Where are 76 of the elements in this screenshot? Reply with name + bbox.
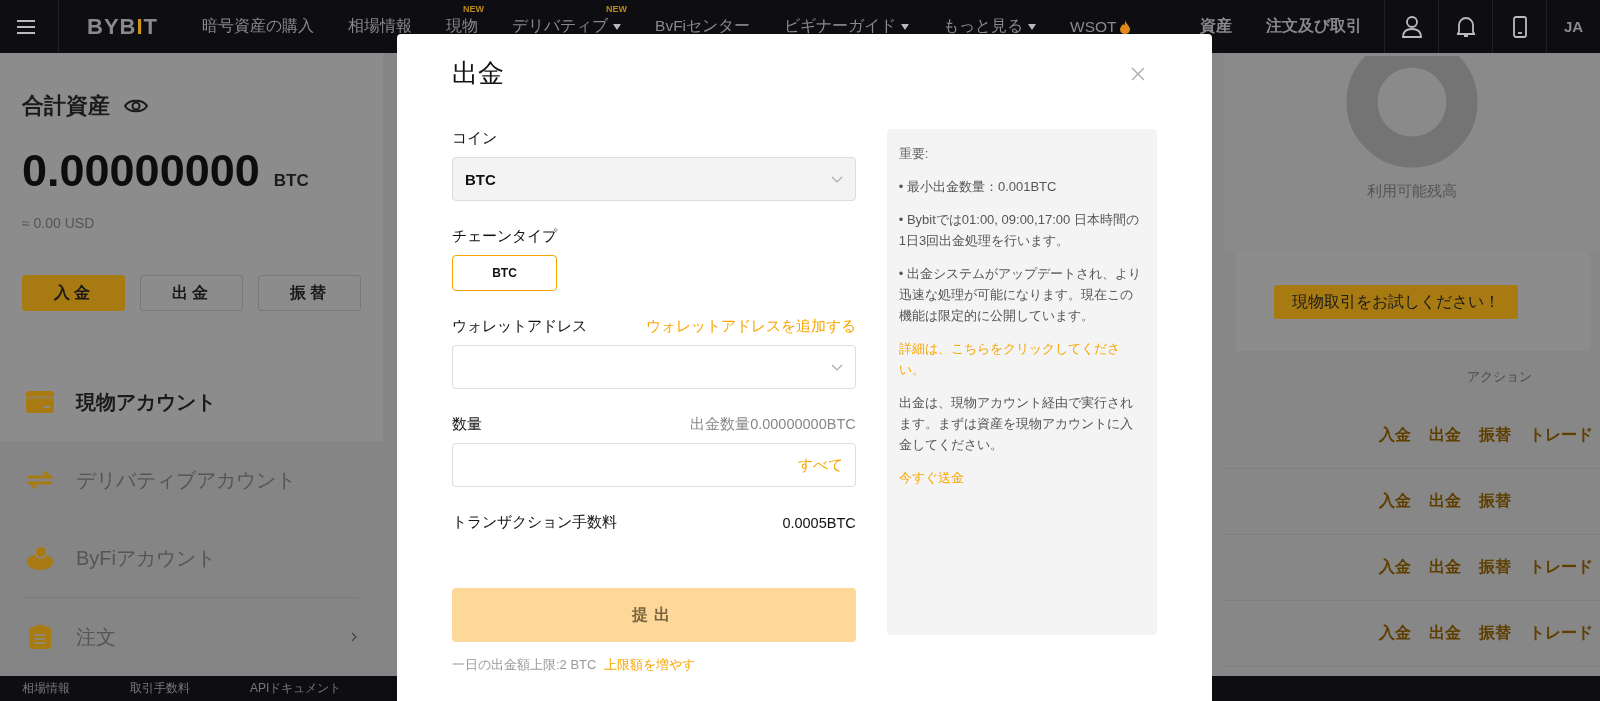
account-item[interactable]: 現物アカウント: [0, 363, 383, 441]
coin-select[interactable]: BTC: [452, 157, 856, 201]
action-link[interactable]: 出金: [1429, 491, 1461, 512]
phone-icon[interactable]: [1512, 15, 1527, 38]
card-icon: [26, 391, 54, 413]
action-link[interactable]: 出金: [1429, 557, 1461, 578]
action-link[interactable]: 入金: [1379, 491, 1411, 512]
action-button[interactable]: 入金: [22, 275, 125, 311]
field-label: ウォレットアドレス: [452, 317, 587, 336]
fee-label: トランザクション手数料: [452, 513, 617, 532]
account-name: 現物アカウント: [76, 389, 216, 415]
action-link[interactable]: トレード: [1529, 623, 1593, 644]
action-link[interactable]: 出金: [1429, 623, 1461, 644]
caret-icon: [1028, 23, 1037, 30]
new-label: NEW: [606, 4, 628, 14]
footer-link[interactable]: APIドキュメント: [250, 680, 342, 697]
nav-link[interactable]: BvFiセンター: [655, 16, 751, 37]
action-link[interactable]: 振替: [1479, 425, 1511, 446]
nav-link[interactable]: ビギナーガイド: [784, 16, 897, 37]
chevron-right-icon: [351, 632, 357, 642]
field-label: コイン: [452, 129, 498, 148]
notes-text: • 出金システムがアップデートされ、より迅速な処理が可能になります。現在この機能は限定的に公開しています。: [898, 265, 1142, 325]
nav-link[interactable]: 注文及び取引: [1266, 16, 1362, 37]
notes-link[interactable]: 今すぐ送金: [898, 467, 1145, 488]
action-link[interactable]: 振替: [1479, 557, 1511, 578]
total-amount: 0.00000000: [22, 145, 260, 197]
nav-link[interactable]: 相場情報: [348, 16, 413, 37]
max-link[interactable]: すべて: [797, 455, 843, 475]
new-label: NEW: [463, 4, 485, 14]
footer-link[interactable]: 取引手数料: [130, 680, 190, 697]
user-icon[interactable]: [1401, 15, 1422, 38]
notes-text: • 最小出金数量：0.001BTC: [898, 178, 1058, 196]
notes-link[interactable]: 詳細は、こちらをクリックしてください。: [898, 338, 1145, 380]
nav-link[interactable]: WSOT: [1070, 17, 1117, 36]
footer-link[interactable]: 相場情報: [22, 680, 70, 697]
nav-link[interactable]: デリバティブ: [512, 16, 609, 37]
action-link[interactable]: 入金: [1379, 623, 1411, 644]
withdraw-amount-hint: 出金数量0.00000000BTC: [690, 415, 856, 434]
nav-link[interactable]: もっと見る: [943, 16, 1024, 37]
chevron-down-icon: [830, 175, 843, 183]
dialog-title: 出金: [452, 57, 504, 90]
swap-arrows-icon: [26, 470, 54, 490]
fee-value: 0.0005BTC: [782, 514, 856, 531]
action-button[interactable]: 出金: [140, 275, 243, 311]
notes-text: 出金は、現物アカウント経由で実行されます。まずは資産を現物アカウントに入金してください。: [898, 394, 1134, 454]
add-address-link[interactable]: ウォレットアドレスを追加する: [645, 317, 856, 336]
notes-text: • Bybitでは01:00, 09:00,17:00 日本時間の1日3回出金処理を行います。: [898, 211, 1140, 250]
language-selector[interactable]: JA: [1563, 18, 1584, 35]
menu-icon[interactable]: [16, 18, 36, 35]
chevron-down-icon: [830, 363, 843, 371]
action-link[interactable]: 振替: [1479, 623, 1511, 644]
total-assets-title: 合計資産: [22, 92, 110, 120]
action-link[interactable]: トレード: [1529, 557, 1593, 578]
action-button[interactable]: 振替: [258, 275, 361, 311]
amount-field[interactable]: すべて: [452, 443, 856, 487]
action-link[interactable]: 入金: [1379, 557, 1411, 578]
notes-heading: 重要:: [898, 145, 930, 163]
caret-icon: [901, 23, 910, 30]
action-link[interactable]: 入金: [1379, 425, 1411, 446]
field-label: チェーンタイプ: [452, 227, 559, 246]
increase-limit-link[interactable]: 上限額を増やす: [604, 656, 696, 674]
action-link[interactable]: 振替: [1479, 491, 1511, 512]
bell-icon[interactable]: [1456, 15, 1475, 38]
action-link[interactable]: トレード: [1529, 425, 1593, 446]
chain-option[interactable]: BTC: [452, 255, 557, 291]
amount-unit: BTC: [273, 171, 309, 191]
promo-button[interactable]: 現物取引をお試しください！: [1274, 285, 1518, 319]
action-link[interactable]: 出金: [1429, 425, 1461, 446]
clipboard-icon: [26, 625, 54, 649]
field-label: 数量: [452, 415, 482, 434]
flame-icon: [1119, 19, 1130, 34]
eye-icon[interactable]: [124, 98, 148, 114]
nav-link[interactable]: 暗号資産の購入: [202, 16, 315, 37]
nav-link[interactable]: 資産: [1200, 16, 1232, 37]
caret-icon: [613, 23, 622, 30]
nav-link[interactable]: 現物: [446, 16, 479, 37]
